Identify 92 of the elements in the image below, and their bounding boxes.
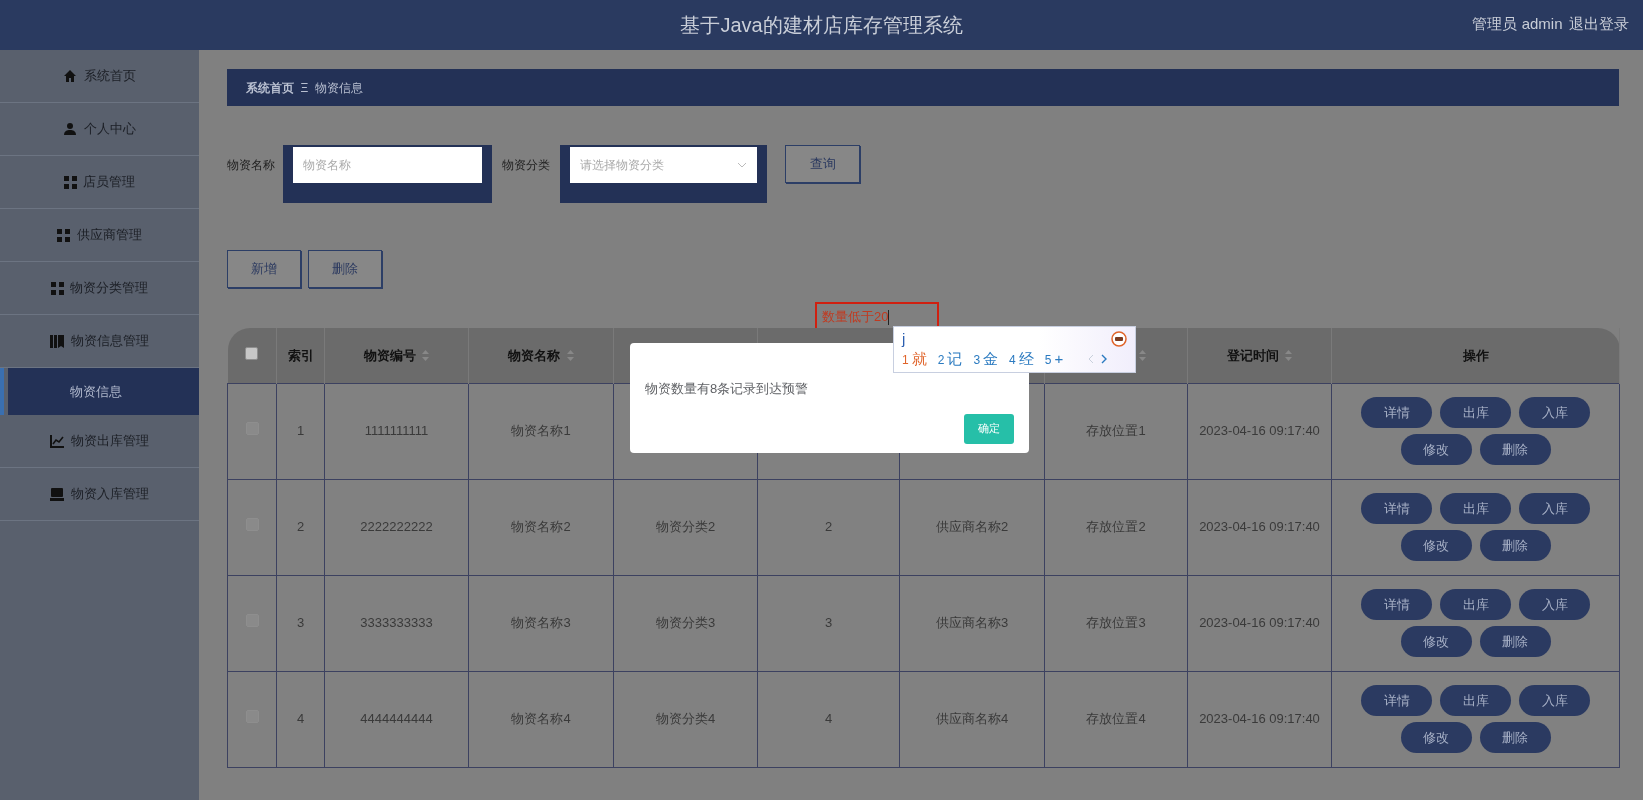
delete-button[interactable]: 删除 bbox=[1479, 722, 1551, 753]
table-cell: 2023-04-16 09:17:40 bbox=[1199, 423, 1320, 439]
ime-candidate[interactable]: 5 + bbox=[1044, 348, 1064, 371]
ime-candidate[interactable]: 2 记 bbox=[937, 348, 963, 371]
grid-icon bbox=[50, 281, 64, 295]
details-button[interactable]: 详情 bbox=[1361, 493, 1432, 524]
table-cell: 4 bbox=[824, 711, 833, 727]
table-cell: 供应商名称2 bbox=[935, 519, 1009, 535]
sort-icon[interactable] bbox=[1139, 349, 1146, 361]
table-cell: 存放位置3 bbox=[1086, 615, 1146, 631]
table-cell: 物资分类3 bbox=[655, 615, 716, 631]
select-all-checkbox[interactable] bbox=[245, 346, 259, 360]
outbound-button[interactable]: 出库 bbox=[1440, 493, 1511, 524]
delete-button[interactable]: 删除 bbox=[1479, 530, 1551, 561]
column-header: 物资编号 bbox=[363, 346, 416, 365]
details-button[interactable]: 详情 bbox=[1361, 589, 1432, 620]
table-cell: 存放位置4 bbox=[1086, 711, 1146, 727]
ime-candidate[interactable]: 4 经 bbox=[1009, 348, 1034, 371]
column-header: 操作 bbox=[1462, 346, 1489, 365]
delete-button[interactable]: 删除 bbox=[1479, 626, 1551, 657]
table-cell: 2023-04-16 09:17:40 bbox=[1199, 519, 1320, 535]
delete-button[interactable]: 删除 bbox=[307, 250, 382, 288]
table-cell: 3 bbox=[296, 615, 305, 631]
table-cell: 2 bbox=[824, 519, 833, 535]
table-cell: 4 bbox=[296, 711, 305, 727]
table-cell: 2 bbox=[296, 519, 305, 535]
query-button[interactable]: 查询 bbox=[785, 145, 860, 183]
column-header: 索引 bbox=[287, 346, 314, 365]
table-cell: 2222222222 bbox=[360, 519, 433, 535]
table-cell: 存放位置1 bbox=[1086, 423, 1146, 439]
ime-candidate[interactable]: 1 就 bbox=[902, 348, 927, 371]
table-cell: 2023-04-16 09:17:40 bbox=[1199, 615, 1320, 631]
breadcrumb-current: 物资信息 bbox=[314, 79, 363, 97]
placeholder-text: 请选择物资分类 bbox=[580, 157, 664, 174]
logout-link[interactable]: 退出登录 bbox=[1569, 13, 1629, 36]
sort-icon[interactable] bbox=[1285, 349, 1293, 361]
field-label: 物资名称 bbox=[227, 157, 275, 174]
table-cell: 物资名称4 bbox=[511, 711, 571, 727]
table-cell: 1 bbox=[296, 423, 305, 439]
edit-button[interactable]: 修改 bbox=[1400, 722, 1472, 753]
placeholder-text: 物资名称 bbox=[303, 157, 351, 174]
chevron-down-icon bbox=[737, 162, 747, 168]
table-cell: 供应商名称4 bbox=[935, 711, 1009, 727]
sort-icon[interactable] bbox=[422, 349, 430, 361]
inbound-button[interactable]: 入库 bbox=[1519, 589, 1590, 620]
column-header: 物资名称 bbox=[508, 346, 561, 365]
table-cell: 物资分类2 bbox=[655, 519, 716, 535]
edit-button[interactable]: 修改 bbox=[1400, 626, 1472, 657]
column-header: 登记时间 bbox=[1226, 346, 1279, 365]
table-cell: 物资名称2 bbox=[511, 519, 571, 535]
inbound-button[interactable]: 入库 bbox=[1519, 493, 1590, 524]
sort-icon[interactable] bbox=[566, 349, 574, 361]
book-icon bbox=[50, 334, 65, 348]
details-button[interactable]: 详情 bbox=[1361, 685, 1432, 716]
table-cell: 物资分类4 bbox=[655, 711, 716, 727]
next-page-icon[interactable] bbox=[1100, 354, 1107, 365]
user-icon bbox=[63, 122, 78, 136]
tray-icon bbox=[50, 487, 65, 501]
sidebar-subitem[interactable]: 物资信息 bbox=[0, 368, 199, 415]
table-cell: 存放位置2 bbox=[1086, 519, 1146, 535]
line-chart-icon bbox=[50, 434, 65, 448]
table-cell: 3333333333 bbox=[360, 615, 433, 631]
home-icon bbox=[63, 69, 78, 83]
dialog-message: 物资数量有8条记录到达预警 bbox=[645, 380, 810, 398]
table-cell: 物资名称1 bbox=[511, 423, 571, 439]
table-cell: 3 bbox=[824, 615, 833, 631]
edit-button[interactable]: 修改 bbox=[1400, 530, 1472, 561]
inbound-button[interactable]: 入库 bbox=[1519, 397, 1590, 428]
table-cell: 供应商名称3 bbox=[935, 615, 1009, 631]
table-cell: 1111111111 bbox=[364, 423, 429, 439]
ime-input-text: j bbox=[902, 331, 906, 346]
table-cell: 4444444444 bbox=[360, 711, 433, 727]
edit-button[interactable]: 修改 bbox=[1400, 434, 1472, 465]
field-label: 物资分类 bbox=[502, 157, 550, 174]
outbound-button[interactable]: 出库 bbox=[1440, 589, 1511, 620]
outbound-button[interactable]: 出库 bbox=[1440, 397, 1511, 428]
details-button[interactable]: 详情 bbox=[1361, 397, 1432, 428]
grid-icon bbox=[63, 175, 77, 189]
ime-candidate[interactable]: 3 金 bbox=[973, 348, 999, 371]
add-button[interactable]: 新增 bbox=[227, 250, 301, 288]
previous-page-icon[interactable] bbox=[1088, 354, 1095, 365]
breadcrumb-link[interactable]: 系统首页 bbox=[246, 78, 294, 97]
table-cell: 2023-04-16 09:17:40 bbox=[1199, 711, 1320, 727]
user-label: 管理员 admin bbox=[1472, 14, 1563, 34]
grid-icon bbox=[57, 228, 71, 242]
breadcrumb-separator: Ξ bbox=[300, 79, 309, 97]
ime-logo-icon bbox=[1111, 330, 1127, 347]
inbound-button[interactable]: 入库 bbox=[1519, 685, 1590, 716]
delete-button[interactable]: 删除 bbox=[1479, 434, 1551, 465]
table-cell: 物资名称3 bbox=[511, 615, 571, 631]
outbound-button[interactable]: 出库 bbox=[1440, 685, 1511, 716]
app-title: 基于Java的建材店库存管理系统 bbox=[680, 13, 963, 38]
